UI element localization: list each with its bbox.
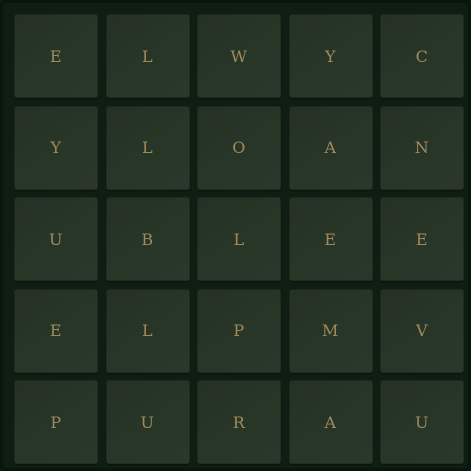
letter-tile[interactable]: R <box>197 380 281 464</box>
tile-letter: E <box>49 46 63 66</box>
letter-tile[interactable]: Y <box>288 14 373 98</box>
tile-letter: R <box>232 412 246 432</box>
letter-tile[interactable]: A <box>288 380 373 464</box>
letter-tile[interactable]: P <box>197 288 281 373</box>
letter-tile[interactable]: U <box>105 380 190 464</box>
letter-tile[interactable]: U <box>14 197 98 281</box>
tile-letter: P <box>233 321 245 340</box>
letter-board: E L W Y C Y L O A N U B L E E E L P M V … <box>0 0 471 471</box>
tile-letter: Y <box>324 46 337 66</box>
tile-letter: L <box>233 229 245 249</box>
letter-tile[interactable]: E <box>380 197 464 281</box>
letter-tile[interactable]: E <box>14 288 98 373</box>
tile-letter: A <box>324 412 337 432</box>
tile-letter: Y <box>50 138 62 157</box>
tile-letter: V <box>415 321 429 340</box>
tile-letter: O <box>232 138 246 157</box>
letter-tile[interactable]: W <box>197 14 281 98</box>
tile-letter: U <box>49 229 63 249</box>
letter-tile[interactable]: L <box>197 197 281 281</box>
letter-tile[interactable]: P <box>14 380 98 464</box>
tile-letter: E <box>49 321 63 340</box>
letter-tile[interactable]: E <box>14 14 98 98</box>
tile-letter: N <box>414 138 430 157</box>
tile-letter: P <box>50 412 62 432</box>
letter-tile[interactable]: U <box>380 380 464 464</box>
tile-letter: M <box>322 321 339 340</box>
letter-tile[interactable]: L <box>105 14 190 98</box>
tile-letter: W <box>230 46 248 66</box>
letter-tile[interactable]: Y <box>14 105 98 190</box>
tile-letter: E <box>415 229 429 249</box>
letter-grid: E L W Y C Y L O A N U B L E E E L P M V … <box>14 14 465 465</box>
letter-tile[interactable]: E <box>288 197 373 281</box>
tile-letter: U <box>415 412 429 432</box>
tile-letter: U <box>140 412 155 432</box>
letter-tile[interactable]: O <box>197 105 281 190</box>
letter-tile[interactable]: B <box>105 197 190 281</box>
tile-letter: L <box>141 46 154 66</box>
tile-letter: B <box>141 229 154 249</box>
letter-tile[interactable]: L <box>105 105 190 190</box>
tile-letter: C <box>415 46 429 66</box>
tile-letter: E <box>324 229 337 249</box>
letter-tile[interactable]: N <box>380 105 464 190</box>
letter-tile[interactable]: L <box>105 288 190 373</box>
tile-letter: L <box>141 321 154 340</box>
tile-letter: L <box>141 138 154 157</box>
letter-tile[interactable]: C <box>380 14 464 98</box>
letter-tile[interactable]: A <box>288 105 373 190</box>
tile-letter: A <box>324 138 337 157</box>
letter-tile[interactable]: M <box>288 288 373 373</box>
letter-tile[interactable]: V <box>380 288 464 373</box>
